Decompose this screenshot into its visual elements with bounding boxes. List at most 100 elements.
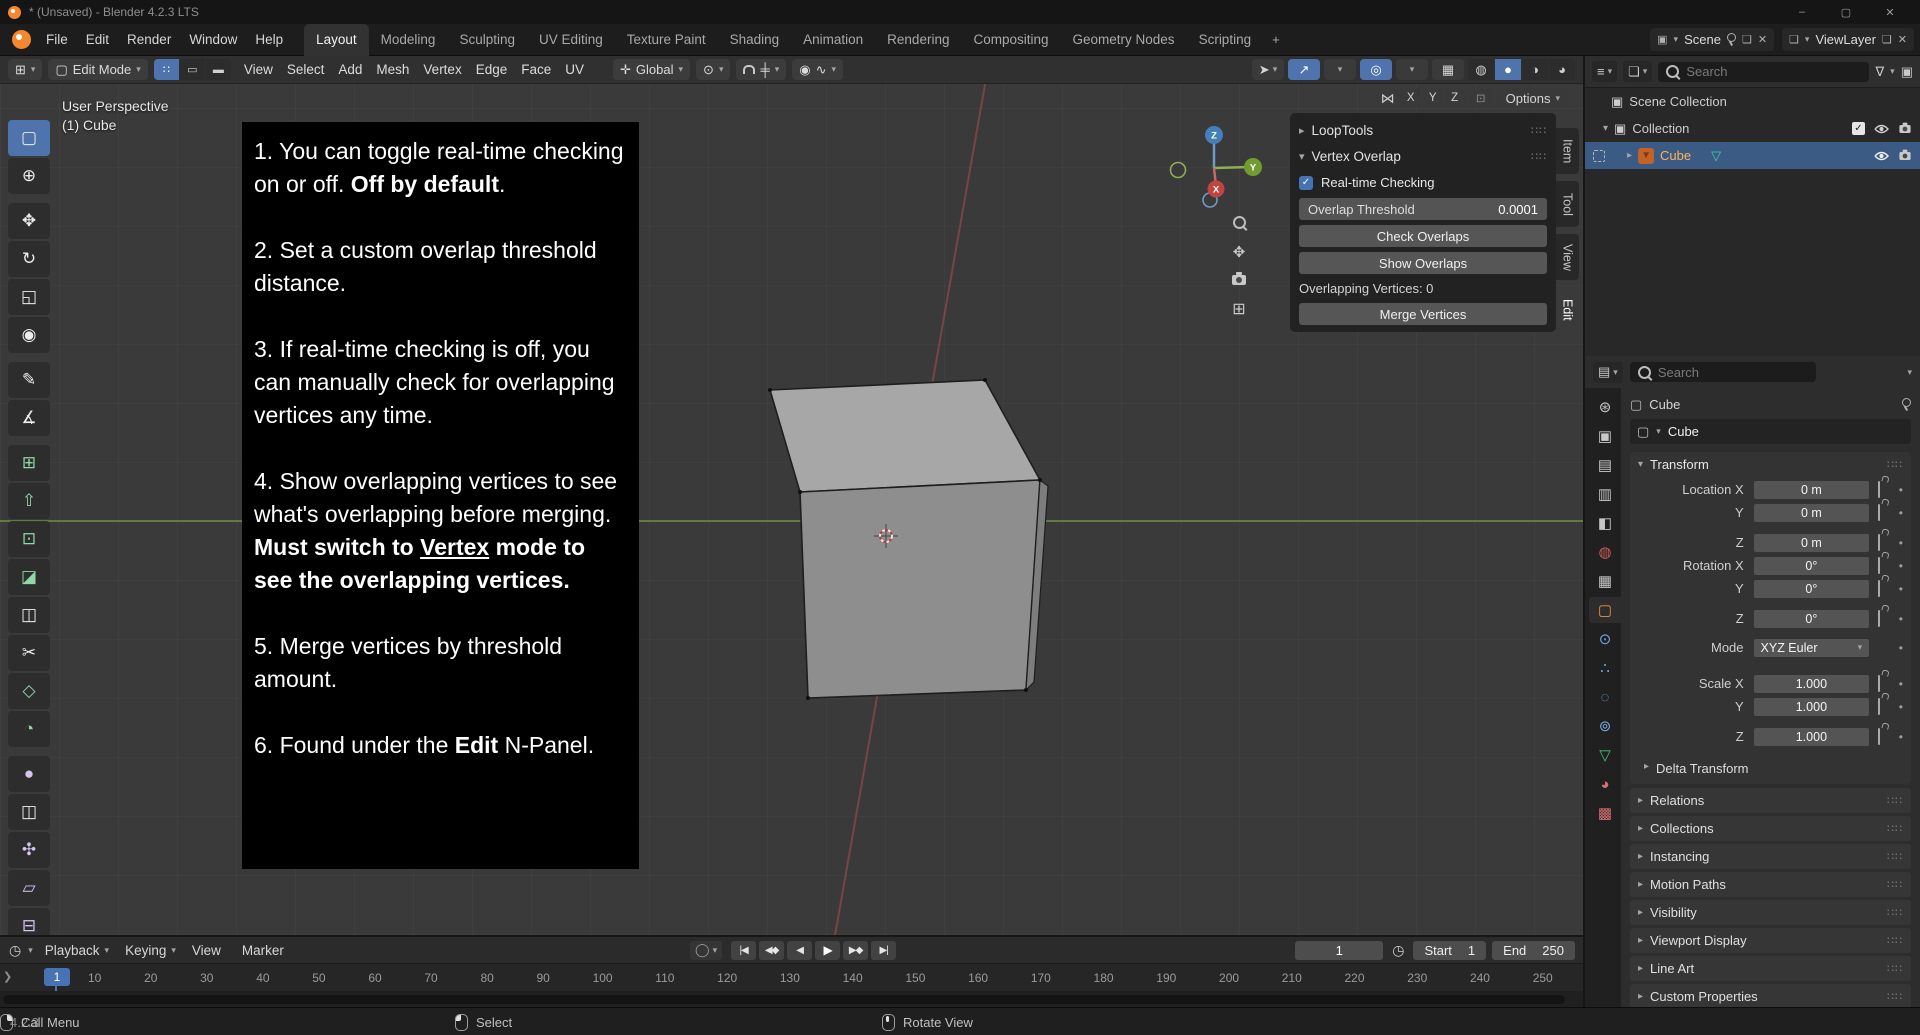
vertex-overlap-panel-header[interactable]: ▾ Vertex Overlap ∷∷ [1299,146,1547,167]
lock-icon[interactable] [1878,504,1880,521]
menu-item[interactable]: Render [118,32,180,47]
jump-to-start-button[interactable]: |◀ [731,941,756,960]
camera-icon[interactable] [1899,125,1910,133]
check-overlaps-button[interactable]: Check Overlaps [1299,225,1547,247]
selectability-dropdown[interactable]: ➤ ▾ [1252,59,1284,80]
snap-dropdown[interactable]: ╪ ▾ [736,59,786,80]
transform-panel-header[interactable]: ▾ Transform ∷∷ [1630,452,1911,477]
minimize-button[interactable]: – [1780,0,1824,24]
mirror-axis-button[interactable]: Z [1445,89,1465,108]
timeline-menu-item[interactable]: Keying▾ [117,943,184,958]
properties-panel-header[interactable]: ▸ Motion Paths ∷∷ [1630,872,1911,897]
new-scene-icon[interactable]: ❏ [1742,33,1752,46]
properties-tab[interactable]: ⊛ [1589,394,1621,420]
pan-hand-icon[interactable]: ✥ [1233,243,1246,261]
previous-keyframe-button[interactable]: ◀◆ [759,941,784,960]
tool-button[interactable]: ● [8,756,50,792]
value-field[interactable]: 0° [1754,557,1869,575]
tool-button[interactable]: ∡ [8,400,50,436]
properties-panel-header[interactable]: ▸ Relations ∷∷ [1630,788,1911,813]
lock-icon[interactable] [1878,534,1880,551]
timeline-editor-icon[interactable]: ◷ [6,942,24,959]
snap-base-icon[interactable]: ⊡ [1471,89,1491,108]
drag-dots-icon[interactable]: ∷∷ [1887,934,1903,947]
keyframe-dot-icon[interactable]: • [1899,559,1903,573]
outliner-search-input[interactable]: Search [1658,62,1869,82]
keyframe-dot-icon[interactable]: • [1899,506,1903,520]
drag-dots-icon[interactable]: ∷∷ [1887,458,1903,471]
workspace-tab[interactable]: Animation [791,24,875,56]
workspace-tab[interactable]: Texture Paint [615,24,718,56]
tool-button[interactable]: ✣ [8,832,50,868]
properties-tab[interactable]: ▥ [1589,481,1621,507]
edge-select-mode-button[interactable]: ▭ [180,59,205,80]
tool-button[interactable]: ◪ [8,559,50,595]
tool-button[interactable]: ◫ [8,597,50,633]
properties-tab[interactable]: ▣ [1589,423,1621,449]
display-mode-dropdown[interactable]: ≡▾ [1592,61,1617,82]
ortho-grid-icon[interactable]: ⊞ [1232,299,1245,319]
drag-dots-icon[interactable]: ∷∷ [1531,124,1547,137]
properties-search-input[interactable]: Search [1630,362,1816,382]
camera-view-icon[interactable] [1232,275,1246,285]
keyframe-dot-icon[interactable]: • [1899,483,1903,497]
keyframe-dot-icon[interactable]: • [1899,700,1903,714]
properties-tab[interactable]: ▽ [1589,742,1621,768]
options-dropdown[interactable]: Options ▾ [1497,88,1569,108]
new-viewlayer-icon[interactable]: ❏ [1882,33,1892,46]
tool-button[interactable]: ⇧ [8,483,50,519]
menu-item[interactable]: Select [280,62,332,77]
show-gizmo-toggle[interactable]: ↗ [1288,59,1320,80]
stopwatch-icon[interactable]: ◷ [1389,942,1407,959]
pin-icon[interactable] [1727,33,1736,42]
workspace-tab[interactable]: Scripting [1187,24,1264,56]
menu-item[interactable]: View [237,62,280,77]
blender-menu-icon[interactable] [12,30,31,49]
drag-dots-icon[interactable]: ∷∷ [1531,150,1547,163]
orientation-dropdown[interactable]: ✛ Global ▾ [613,59,690,80]
chevron-down-icon[interactable]: ▾ [1907,367,1912,378]
proportional-edit-button[interactable]: ◉ ∿ ▾ [792,59,843,80]
keyframe-dot-icon[interactable]: • [1899,612,1903,626]
timeline-menu-item[interactable]: View [184,943,234,958]
lock-icon[interactable] [1878,728,1880,745]
properties-tab[interactable]: ∴ [1589,655,1621,681]
maximize-button[interactable]: ▢ [1824,0,1868,24]
workspace-tab[interactable]: UV Editing [527,24,615,56]
tool-button[interactable]: ⊟ [8,908,50,935]
wireframe-shading-button[interactable]: ◍ [1468,59,1494,80]
drag-dots-icon[interactable]: ∷∷ [1887,794,1903,807]
properties-panel-header[interactable]: ▸ Viewport Display ∷∷ [1630,928,1911,953]
lock-icon[interactable] [1878,557,1880,574]
lock-icon[interactable] [1878,698,1880,715]
zoom-icon[interactable] [1233,216,1246,229]
current-frame-field[interactable]: 1 [1295,941,1383,960]
properties-tab[interactable]: ▩ [1589,800,1621,826]
eye-icon[interactable] [1874,151,1889,161]
drag-dots-icon[interactable]: ∷∷ [1887,850,1903,863]
timeline-menu-item[interactable]: Playback▾ [37,943,117,958]
properties-panel-header[interactable]: ▸ Visibility ∷∷ [1630,900,1911,925]
editor-type-button[interactable]: ⊞ ▾ [8,59,42,80]
show-overlays-toggle[interactable]: ◎ [1360,59,1392,80]
merge-vertices-button[interactable]: Merge Vertices [1299,303,1547,325]
lock-icon[interactable] [1878,675,1880,692]
keyframe-dot-icon[interactable]: • [1899,641,1903,655]
delete-viewlayer-icon[interactable]: ✕ [1898,33,1907,46]
properties-editor-type-button[interactable]: ▤▾ [1593,362,1623,383]
tool-button[interactable]: ▢ [8,120,50,156]
mode-dropdown[interactable]: ▢ Edit Mode ▾ [48,59,147,80]
vertex-select-mode-button[interactable]: ∷ [154,59,179,80]
drag-dots-icon[interactable]: ∷∷ [1887,906,1903,919]
workspace-tab[interactable]: Shading [718,24,792,56]
properties-tab[interactable]: ◕ [1589,771,1621,797]
delta-transform-header[interactable]: ▸ Delta Transform [1630,755,1911,784]
menu-item[interactable]: Face [514,62,558,77]
properties-panel-header[interactable]: ▸ Collections ∷∷ [1630,816,1911,841]
checkbox-icon[interactable]: ✓ [1852,122,1865,135]
timeline-scrollbar[interactable] [3,995,1565,1004]
looptools-panel-header[interactable]: ▸ LoopTools ∷∷ [1299,120,1547,141]
tool-button[interactable]: ◫ [8,794,50,830]
checkbox-checked-icon[interactable]: ✓ [1299,176,1313,190]
object-name-field[interactable]: ▢ ▾ Cube [1630,419,1911,444]
